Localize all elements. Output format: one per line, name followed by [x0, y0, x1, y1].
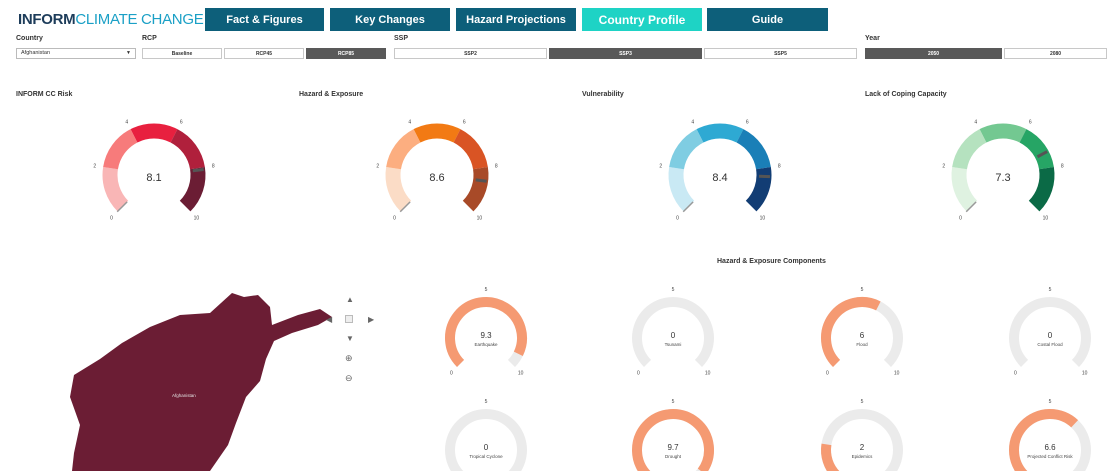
- component-value: 6.6: [1044, 443, 1056, 452]
- component-fill: [821, 443, 840, 471]
- component-fill: [821, 297, 881, 367]
- component-tick-label: 10: [518, 371, 524, 377]
- component-label: Epidemics: [852, 454, 874, 459]
- component-value: 0: [671, 331, 676, 340]
- component-value: 2: [860, 443, 865, 452]
- country-map[interactable]: Afghanistan: [60, 285, 360, 471]
- component-tick-label: 0: [826, 371, 829, 377]
- pan-left-icon[interactable]: ◀: [326, 315, 332, 324]
- zoom-out-icon[interactable]: ⊖: [345, 373, 353, 384]
- pan-up-icon[interactable]: ▲: [346, 295, 354, 304]
- component-label: Tsunami: [665, 342, 682, 347]
- component-tick-label: 5: [1049, 399, 1052, 405]
- component-tick-label: 0: [1014, 371, 1017, 377]
- component-label: Earthquake: [474, 342, 498, 347]
- reset-view-icon[interactable]: [345, 315, 353, 323]
- component-value: 9.3: [480, 331, 492, 340]
- component-tick-label: 5: [861, 287, 864, 293]
- component-label: Flood: [856, 342, 868, 347]
- country-shape-afghanistan[interactable]: [70, 293, 332, 471]
- component-tick-label: 10: [705, 371, 711, 377]
- component-value: 6: [860, 331, 865, 340]
- component-tick-label: 5: [485, 399, 488, 405]
- pan-right-icon[interactable]: ▶: [368, 315, 374, 324]
- component-tick-label: 5: [1049, 287, 1052, 293]
- component-tick-label: 5: [861, 399, 864, 405]
- component-tick-label: 5: [672, 399, 675, 405]
- component-tick-label: 0: [450, 371, 453, 377]
- component-label: Costal Flood: [1037, 342, 1063, 347]
- component-tick-label: 5: [485, 287, 488, 293]
- component-tick-label: 10: [1082, 371, 1088, 377]
- component-label: Drought: [665, 454, 682, 459]
- map-country-label: Afghanistan: [172, 393, 196, 398]
- pan-down-icon[interactable]: ▼: [346, 334, 354, 343]
- zoom-in-icon[interactable]: ⊕: [345, 353, 353, 364]
- component-tick-label: 5: [672, 287, 675, 293]
- component-label: Projected Conflict Risk: [1027, 454, 1073, 459]
- component-tick-label: 10: [894, 371, 900, 377]
- component-tick-label: 0: [637, 371, 640, 377]
- component-value: 9.7: [667, 443, 679, 452]
- component-value: 0: [1048, 331, 1053, 340]
- component-value: 0: [484, 443, 489, 452]
- component-label: Tropical Cyclone: [469, 454, 503, 459]
